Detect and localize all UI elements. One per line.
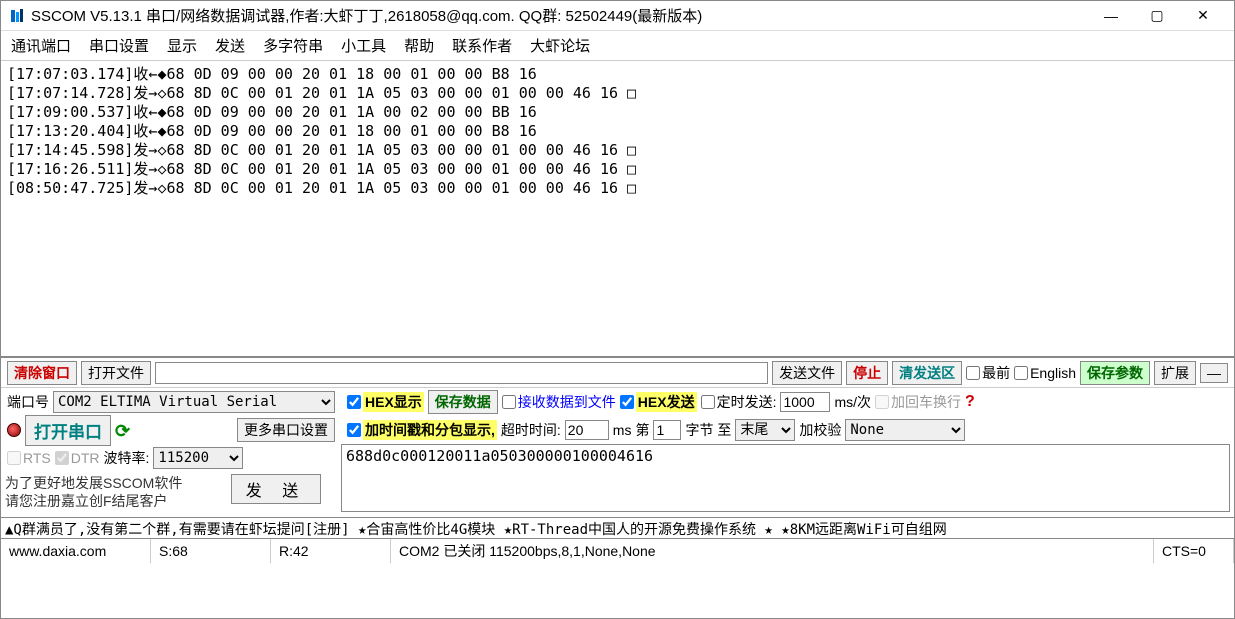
app-icon (9, 8, 25, 24)
baud-select[interactable]: 115200 (153, 447, 243, 469)
addcheck-label: 加校验 (799, 420, 841, 440)
port-select[interactable]: COM2 ELTIMA Virtual Serial (53, 391, 335, 413)
status-cts: CTS=0 (1154, 539, 1234, 563)
byte-label1: 第 (635, 420, 649, 440)
open-serial-button[interactable]: 打开串口 (25, 415, 111, 446)
file-path-input[interactable] (155, 362, 768, 384)
send-text-input[interactable] (341, 444, 1230, 512)
status-recv: R:42 (271, 539, 391, 563)
menu-port[interactable]: 通讯端口 (11, 35, 71, 56)
baud-label: 波特率: (104, 448, 150, 468)
hex-send-checkbox[interactable]: HEX发送 (620, 392, 697, 412)
minimize-button[interactable]: — (1088, 2, 1134, 30)
log-output[interactable]: [17:07:03.174]收←◆68 0D 09 00 00 20 01 18… (1, 61, 1234, 358)
timeout-label: 超时时间: (501, 420, 561, 440)
byte-input[interactable] (653, 420, 681, 440)
toolbar-row1: 清除窗口 打开文件 发送文件 停止 清发送区 最前 English 保存参数 扩… (1, 358, 1234, 388)
menu-send[interactable]: 发送 (215, 35, 245, 56)
stop-button[interactable]: 停止 (846, 361, 888, 385)
timestamp-checkbox[interactable]: 加时间戳和分包显示, (347, 420, 497, 440)
byte-label2: 字节 至 (685, 420, 731, 440)
collapse-button[interactable]: — (1200, 363, 1228, 383)
reload-icon[interactable]: ⟳ (115, 421, 133, 439)
promo-text: 为了更好地发展SSCOM软件 请您注册嘉立创F结尾客户 (5, 474, 225, 510)
status-port: COM2 已关闭 115200bps,8,1,None,None (391, 539, 1154, 563)
clear-window-button[interactable]: 清除窗口 (7, 361, 77, 385)
menu-display[interactable]: 显示 (167, 35, 197, 56)
window-title: SSCOM V5.13.1 串口/网络数据调试器,作者:大虾丁丁,2618058… (31, 5, 1088, 26)
menu-contact[interactable]: 联系作者 (452, 35, 512, 56)
timeout-input[interactable] (565, 420, 609, 440)
interval-input[interactable] (780, 392, 830, 412)
add-crlf-checkbox[interactable]: 加回车换行 (875, 392, 961, 412)
status-sent: S:68 (151, 539, 271, 563)
menu-forum[interactable]: 大虾论坛 (530, 35, 590, 56)
status-url[interactable]: www.daxia.com (1, 539, 151, 563)
clear-send-button[interactable]: 清发送区 (892, 361, 962, 385)
more-settings-button[interactable]: 更多串口设置 (237, 418, 335, 442)
timed-send-checkbox[interactable]: 定时发送: (701, 392, 777, 412)
topmost-checkbox[interactable]: 最前 (966, 363, 1010, 383)
ad-bar[interactable]: ▲Q群满员了,没有第二个群,有需要请在虾坛提问[注册] ★合宙高性价比4G模块 … (1, 517, 1234, 539)
save-params-button[interactable]: 保存参数 (1080, 361, 1150, 385)
port-label: 端口号 (7, 392, 49, 412)
help-icon[interactable]: ? (965, 393, 975, 411)
english-checkbox[interactable]: English (1014, 365, 1076, 381)
menu-multistring[interactable]: 多字符串 (263, 35, 323, 56)
rts-checkbox[interactable]: RTS (7, 450, 51, 466)
rx-to-file-checkbox[interactable]: 接收数据到文件 (502, 392, 616, 412)
send-file-button[interactable]: 发送文件 (772, 361, 842, 385)
menu-help[interactable]: 帮助 (404, 35, 434, 56)
menu-serial-settings[interactable]: 串口设置 (89, 35, 149, 56)
record-icon (7, 423, 21, 437)
expand-button[interactable]: 扩展 (1154, 361, 1196, 385)
maximize-button[interactable]: ▢ (1134, 2, 1180, 30)
hex-display-checkbox[interactable]: HEX显示 (347, 392, 424, 412)
save-data-button[interactable]: 保存数据 (428, 390, 498, 414)
timeout-unit: ms (613, 422, 632, 438)
dtr-checkbox[interactable]: DTR (55, 450, 100, 466)
title-bar: SSCOM V5.13.1 串口/网络数据调试器,作者:大虾丁丁,2618058… (1, 1, 1234, 31)
check-select[interactable]: None (845, 419, 965, 441)
menu-bar: 通讯端口 串口设置 显示 发送 多字符串 小工具 帮助 联系作者 大虾论坛 (1, 31, 1234, 61)
menu-tools[interactable]: 小工具 (341, 35, 386, 56)
open-file-button[interactable]: 打开文件 (81, 361, 151, 385)
interval-unit: ms/次 (834, 392, 871, 412)
tail-select[interactable]: 末尾 (735, 419, 795, 441)
send-button[interactable]: 发 送 (231, 474, 321, 504)
close-button[interactable]: ✕ (1180, 2, 1226, 30)
status-bar: www.daxia.com S:68 R:42 COM2 已关闭 115200b… (1, 539, 1234, 563)
